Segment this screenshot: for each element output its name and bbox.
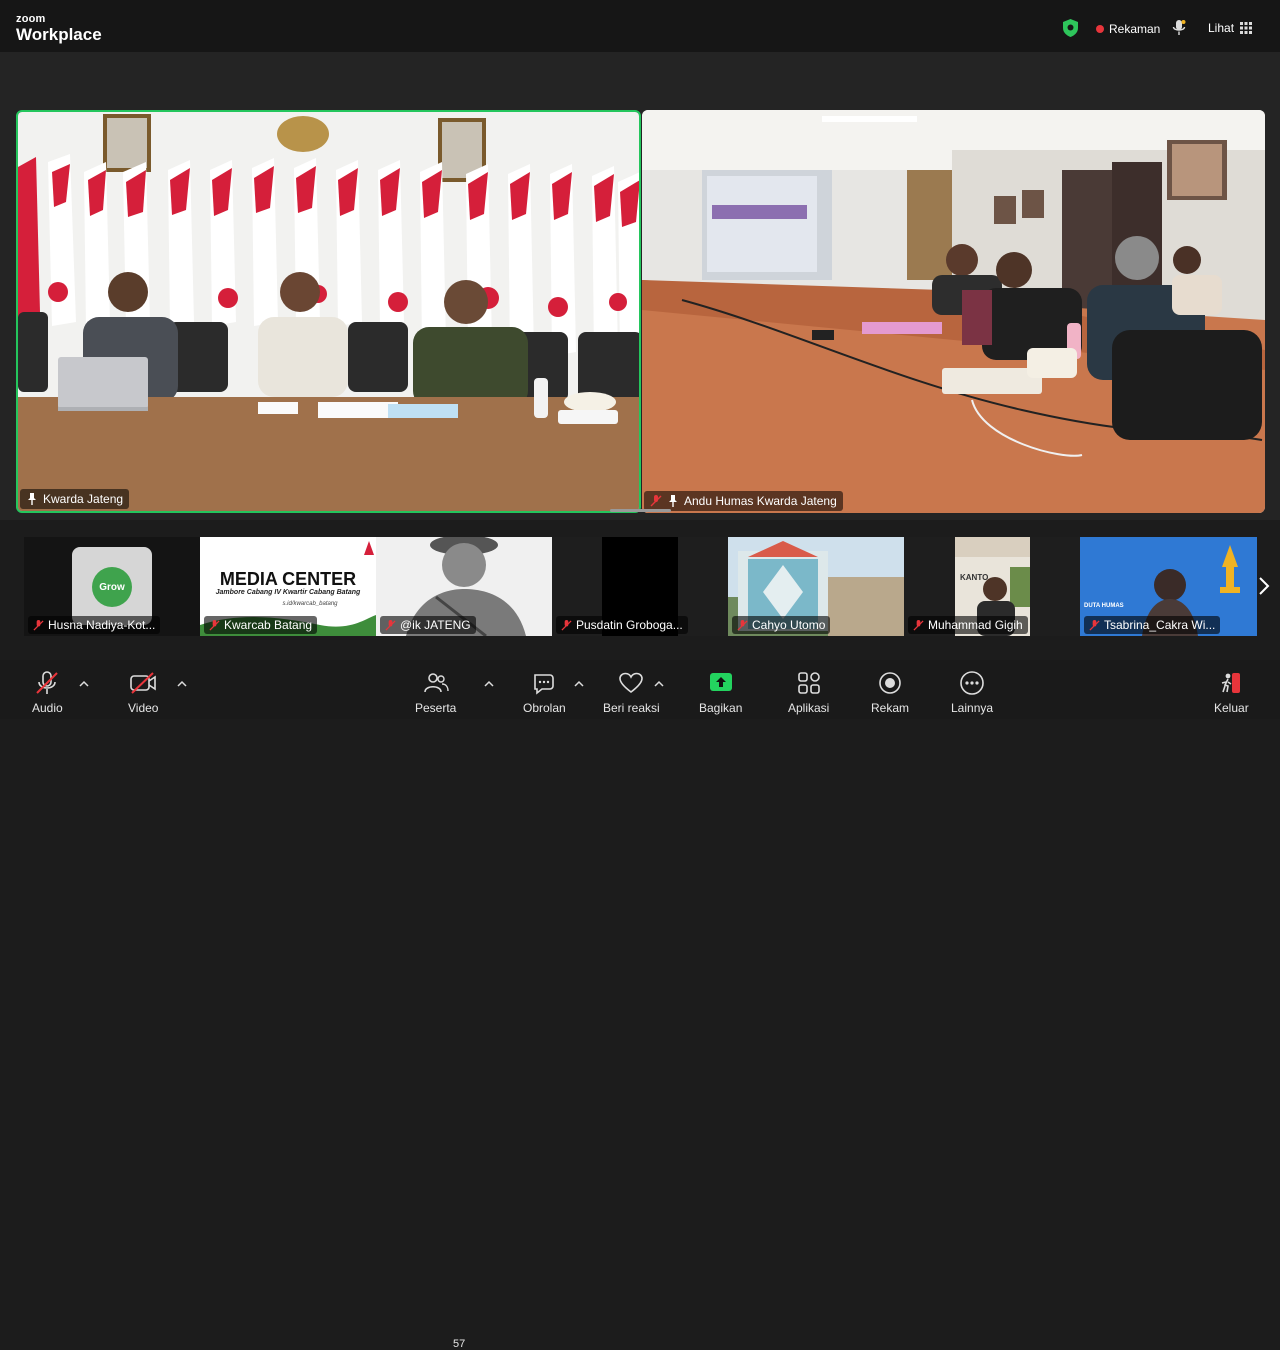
record-icon <box>877 668 903 698</box>
participants-icon <box>423 668 449 698</box>
filmstrip-tile-5[interactable]: Cahyo Utomo <box>728 537 904 636</box>
filmstrip: Grow Husna Nadiya-Kot... MEDIA CENTER Ja… <box>24 537 1257 636</box>
mic-muted-icon <box>561 619 572 631</box>
tile-name-tag: Husna Nadiya-Kot... <box>28 616 161 634</box>
leave-icon <box>1218 668 1244 698</box>
apps-button[interactable]: Aplikasi <box>788 668 829 715</box>
filmstrip-tile-1[interactable]: Grow Husna Nadiya-Kot... <box>24 537 200 636</box>
react-button[interactable]: Beri reaksi <box>603 668 660 715</box>
recording-dot-icon <box>1096 25 1104 33</box>
tile-name: @ik JATENG <box>400 618 471 632</box>
video-button[interactable]: Video <box>128 668 158 715</box>
filmstrip-tile-3[interactable]: @ik JATENG <box>376 537 552 636</box>
tile-name-tag: Kwarcab Batang <box>204 616 318 634</box>
more-button[interactable]: Lainnya <box>951 668 993 715</box>
speaker-name-tag: Kwarda Jateng <box>20 489 130 509</box>
app-logo: zoom Workplace <box>16 13 102 44</box>
tile-name-tag: Pusdatin Groboga... <box>556 616 688 634</box>
view-label: Lihat <box>1208 21 1235 35</box>
recording-indicator[interactable]: Rekaman <box>1096 22 1160 36</box>
brand-big: Workplace <box>16 25 102 44</box>
filmstrip-tile-2[interactable]: MEDIA CENTER Jambore Cabang IV Kwartir C… <box>200 537 376 636</box>
view-button[interactable]: Lihat <box>1208 21 1253 35</box>
record-button[interactable]: Rekam <box>871 668 909 715</box>
mic-muted-icon <box>737 619 748 631</box>
sign-text: KANTO <box>960 573 989 582</box>
participants-button[interactable]: Peserta <box>415 668 456 715</box>
video-tile-main-right[interactable]: Andu Humas Kwarda Jateng <box>642 110 1265 513</box>
mic-muted-icon <box>34 668 60 698</box>
chat-icon <box>531 668 557 698</box>
more-label: Lainnya <box>951 701 994 715</box>
media-center-subtitle: Jambore Cabang IV Kwartir Cabang Batang <box>215 589 361 596</box>
tile-name: Cahyo Utomo <box>752 618 826 632</box>
participants-options-caret-icon[interactable] <box>484 680 494 688</box>
apps-icon <box>796 668 822 698</box>
audio-label: Audio <box>32 701 63 715</box>
mic-muted-icon <box>913 619 924 631</box>
tile-name: Muhammad Gigih <box>928 618 1023 632</box>
video-stage: Kwarda Jateng Andu Humas Kwarda Jateng <box>0 52 1280 520</box>
share-screen-icon <box>708 668 734 698</box>
tile-name-tag: Cahyo Utomo <box>732 616 831 634</box>
meeting-toolbar: Audio Video Peserta 57 Obrolan Beri reak… <box>0 660 1280 1350</box>
record-label: Rekam <box>871 701 910 715</box>
brand-small: zoom <box>16 13 46 25</box>
mic-muted-icon <box>209 619 220 631</box>
conference-room-video <box>642 110 1265 513</box>
camera-off-icon <box>128 668 158 698</box>
leave-label: Keluar <box>1214 701 1249 715</box>
red-logo-icon <box>364 541 374 555</box>
tile-name-tag: Muhammad Gigih <box>908 616 1028 634</box>
tile-name: Husna Nadiya-Kot... <box>48 618 156 632</box>
tile-name-tag: @ik JATENG <box>380 616 476 634</box>
mic-muted-icon <box>650 495 662 507</box>
tile-name: Tsabrina_Cakra Wi... <box>1104 618 1216 632</box>
audio-options-caret-icon[interactable] <box>79 680 89 688</box>
apps-label: Aplikasi <box>788 701 830 715</box>
speaker-name: Kwarda Jateng <box>43 492 124 506</box>
media-center-title: MEDIA CENTER <box>219 569 357 589</box>
chat-options-caret-icon[interactable] <box>574 680 584 688</box>
audio-button[interactable]: Audio <box>32 668 63 715</box>
filmstrip-tile-7[interactable]: DUTA HUMAS Tsabrina_Cakra Wi... <box>1080 537 1257 636</box>
react-label: Beri reaksi <box>603 701 660 715</box>
filmstrip-tile-6[interactable]: KANTO Muhammad Gigih <box>904 537 1080 636</box>
tile-name: Pusdatin Groboga... <box>576 618 683 632</box>
share-label: Bagikan <box>699 701 743 715</box>
pin-icon <box>669 495 677 507</box>
chat-label: Obrolan <box>523 701 566 715</box>
more-icon <box>959 668 985 698</box>
participant-name: Andu Humas Kwarda Jateng <box>684 494 837 508</box>
video-options-caret-icon[interactable] <box>177 680 187 688</box>
video-tile-main-left[interactable]: Kwarda Jateng <box>16 110 641 513</box>
heart-icon <box>618 668 644 698</box>
grid-icon <box>1240 22 1253 34</box>
tile-name: Kwarcab Batang <box>224 618 313 632</box>
recording-label: Rekaman <box>1109 22 1161 36</box>
chevron-right-icon[interactable] <box>1257 574 1271 598</box>
tile-name-tag: Tsabrina_Cakra Wi... <box>1084 616 1221 634</box>
filmstrip-tile-4[interactable]: Pusdatin Groboga... <box>552 537 728 636</box>
grow-logo: Grow <box>92 567 132 607</box>
mic-level-icon[interactable] <box>1172 20 1186 36</box>
leave-button[interactable]: Keluar <box>1214 668 1249 715</box>
participants-label: Peserta <box>415 701 457 715</box>
meeting-room-video <box>18 112 639 511</box>
pin-icon <box>28 493 36 505</box>
share-button[interactable]: Bagikan <box>699 668 742 715</box>
participants-count: 57 <box>453 1338 466 1350</box>
mic-muted-icon <box>33 619 44 631</box>
filmstrip-resize-handle[interactable] <box>610 509 671 512</box>
security-shield-icon[interactable] <box>1062 19 1079 37</box>
participant-name-tag: Andu Humas Kwarda Jateng <box>644 491 843 511</box>
react-options-caret-icon[interactable] <box>654 680 664 688</box>
chat-button[interactable]: Obrolan <box>523 668 566 715</box>
duta-humas-text: DUTA HUMAS <box>1084 603 1124 609</box>
mic-muted-icon <box>1089 619 1100 631</box>
video-label: Video <box>128 701 159 715</box>
top-bar: zoom Workplace Rekaman Lihat <box>0 0 1280 52</box>
mic-muted-icon <box>385 619 396 631</box>
